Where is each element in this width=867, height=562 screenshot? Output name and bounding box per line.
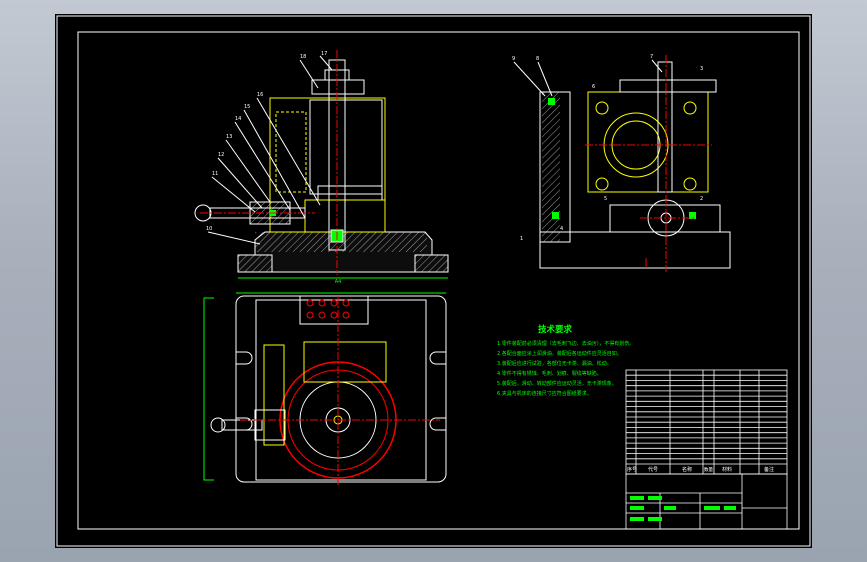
side-upright-hatch: [542, 92, 560, 242]
part-balloon-label: 1: [520, 236, 523, 242]
drawing-sheet: 技术要求 1.零件装配前必须清理（去毛刺飞边、去油污），不得有划伤。 2.各配合…: [55, 14, 812, 548]
side-marker-2: [552, 212, 559, 219]
part-balloon-label: 9: [512, 56, 515, 62]
front-base-foot-left: [237, 254, 273, 273]
tech-requirement-line: 5.装配后，滑动、转动部件应运动灵活，无卡滞现象。: [497, 380, 617, 387]
tech-requirement-line: 6.夹具与机床的连接尺寸应符合图纸要求。: [497, 390, 592, 397]
part-balloon-label: 6: [592, 84, 595, 90]
part-balloon-label: 15: [244, 104, 250, 110]
part-balloon-label: 14: [235, 116, 241, 122]
part-balloon-label: 2: [700, 196, 703, 202]
part-balloon-label: 18: [300, 54, 306, 60]
part-balloon-label: 3: [700, 66, 703, 72]
side-marker-1: [548, 98, 555, 105]
bom-header-code: 代号: [648, 466, 658, 473]
bom-header-note: 备注: [764, 466, 774, 473]
part-balloon-label: 17: [321, 51, 327, 57]
bom-header-material: 材料: [722, 466, 732, 473]
part-balloon-label: 12: [218, 152, 224, 158]
bom-header-seq: 序号: [627, 466, 637, 473]
front-base-foot-right: [414, 254, 449, 273]
tech-requirements-title: 技术要求: [538, 324, 573, 335]
tech-requirement-line: 4.零件不得有锈蚀、毛刺、划痕、裂纹等缺陷。: [497, 370, 602, 377]
bom-header-qty: 数量: [704, 466, 713, 473]
bom-header-name: 名称: [682, 466, 692, 473]
dimension-label: A4: [335, 279, 342, 285]
bom-table: 序号 代号 名称 数量 材料 备注: [625, 369, 788, 475]
tech-requirement-line: 3.装配后应进行试验，各部位无卡滞、漏油、松动。: [497, 360, 612, 367]
part-balloon-label: 11: [212, 171, 218, 177]
part-balloon-label: 8: [536, 56, 539, 62]
part-balloon-label: 7: [650, 54, 653, 60]
part-balloon-label: 4: [560, 226, 563, 232]
cad-viewport[interactable]: 技术要求 1.零件装配前必须清理（去毛刺飞边、去油污），不得有划伤。 2.各配合…: [0, 0, 867, 562]
paper-background: [55, 14, 812, 548]
tech-requirement-line: 1.零件装配前必须清理（去毛刺飞边、去油污），不得有划伤。: [497, 340, 634, 347]
tech-requirement-line: 2.各配合面应涂上润滑油，装配后各运动件应灵活自如。: [497, 350, 622, 357]
part-balloon-label: 5: [604, 196, 607, 202]
part-balloon-label: 16: [257, 92, 263, 98]
part-balloon-label: 10: [206, 226, 212, 232]
part-balloon-label: 13: [226, 134, 232, 140]
